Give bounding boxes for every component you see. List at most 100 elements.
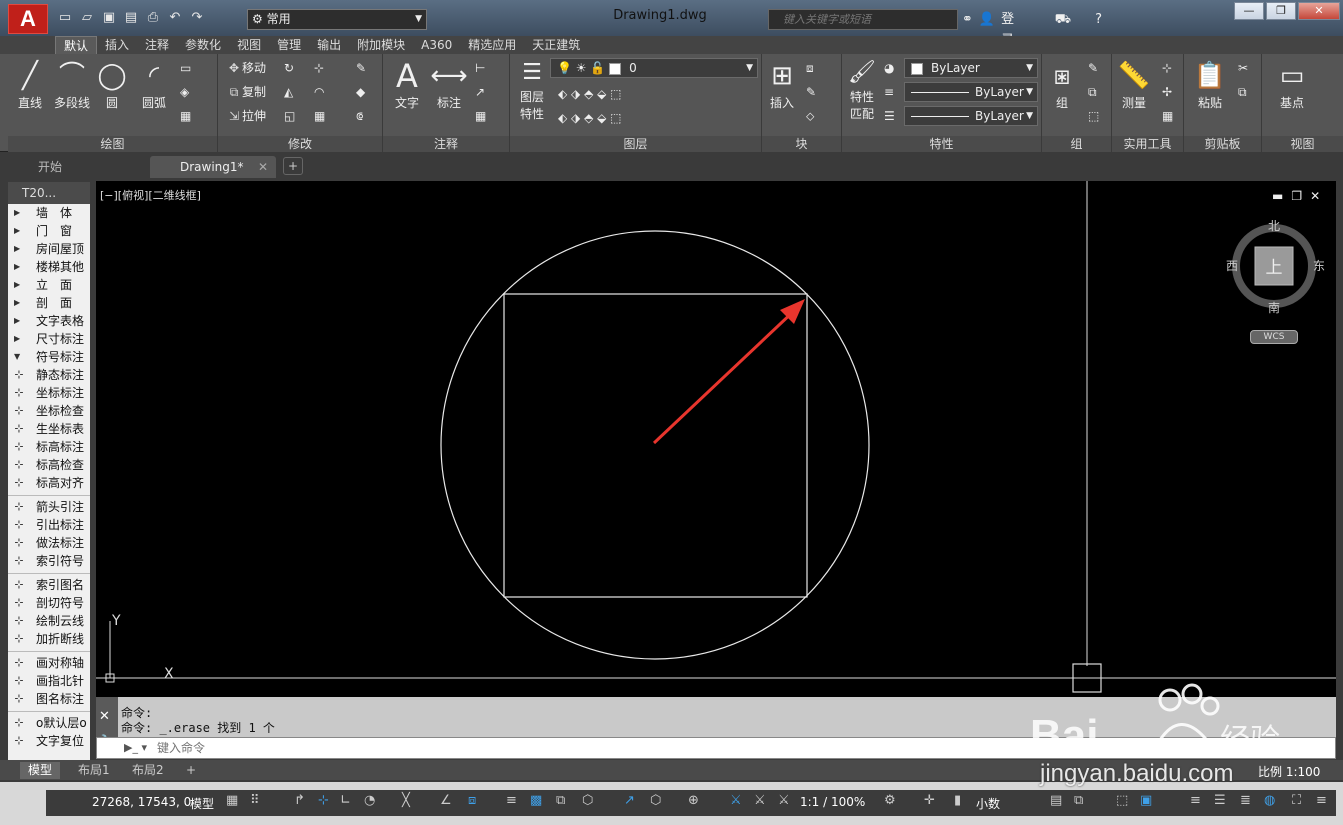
panel-view-title[interactable]: 视图 bbox=[1262, 136, 1343, 152]
layer-tools-row1[interactable]: ⬖ ⬗ ⬘ ⬙ ⬚ bbox=[558, 84, 622, 104]
palette-item[interactable]: ⊹ 画指北针 bbox=[8, 672, 90, 690]
maximize-button[interactable]: ❐ bbox=[1266, 2, 1296, 20]
match-properties-button[interactable]: 🖌 特性 匹配 bbox=[842, 58, 882, 122]
annotation-scale-icon[interactable]: ⚔ bbox=[778, 793, 790, 808]
stretch-button[interactable]: ⇲ 拉伸 bbox=[226, 106, 266, 126]
layer-properties-button[interactable]: ☰ 图层 特性 bbox=[512, 58, 552, 122]
panel-draw-title[interactable]: 绘图 bbox=[8, 136, 217, 152]
minimize-button[interactable]: — bbox=[1234, 2, 1264, 20]
print-icon[interactable]: ⎙ bbox=[144, 9, 162, 27]
viewport-restore-icon[interactable]: ❐ bbox=[1291, 189, 1302, 203]
palette-item[interactable]: ⊹ 索引图名 bbox=[8, 576, 90, 594]
wcs-menu[interactable]: WCS bbox=[1250, 330, 1298, 344]
graphics-performance-icon[interactable]: ◍ bbox=[1264, 793, 1275, 808]
viewcube[interactable]: 上 北 南 东 西 bbox=[1222, 216, 1326, 320]
properties-toggle-icon[interactable]: ≣ bbox=[1240, 793, 1251, 808]
panel-block-title[interactable]: 块 bbox=[762, 136, 841, 152]
palette-item[interactable]: ⊹ 做法标注 bbox=[8, 534, 90, 552]
new-tab-button[interactable]: + bbox=[283, 157, 303, 175]
application-menu-button[interactable]: A bbox=[8, 4, 48, 34]
tab-addins[interactable]: 附加模块 bbox=[349, 36, 413, 54]
compass-south[interactable]: 南 bbox=[1268, 300, 1280, 315]
scale-icon[interactable]: ◱ bbox=[284, 106, 295, 126]
close-command-icon[interactable]: ✕ bbox=[99, 709, 110, 724]
palette-item[interactable]: ⊹ 标高标注 bbox=[8, 438, 90, 456]
selection-cycling-icon[interactable]: ⧉ bbox=[556, 793, 565, 808]
palette-item[interactable]: ⊹ 索引符号 bbox=[8, 552, 90, 570]
panel-modify-title[interactable]: 修改 bbox=[218, 136, 382, 152]
tab-output[interactable]: 输出 bbox=[309, 36, 349, 54]
tab-parametric[interactable]: 参数化 bbox=[177, 36, 229, 54]
move-button[interactable]: ✥ 移动 bbox=[226, 58, 266, 78]
tab-layout2[interactable]: 布局2 bbox=[124, 762, 172, 779]
leader-icon[interactable]: ↗ bbox=[475, 82, 485, 102]
tab-start[interactable]: 开始 bbox=[8, 156, 152, 178]
command-input[interactable] bbox=[157, 739, 957, 757]
arc-button[interactable]: ◜ 圆弧 bbox=[134, 58, 174, 111]
trim-icon[interactable]: ⊹ bbox=[314, 58, 324, 78]
block-attr-icon[interactable]: ⬦ bbox=[806, 106, 814, 126]
table-icon[interactable]: ▦ bbox=[475, 106, 486, 126]
palette-item[interactable]: ⊹ 引出标注 bbox=[8, 516, 90, 534]
compass-north[interactable]: 北 bbox=[1268, 219, 1280, 233]
color-dropdown[interactable]: ByLayer ▼ bbox=[904, 58, 1038, 78]
group-select-icon[interactable]: ⬚ bbox=[1088, 106, 1099, 126]
quick-properties-icon[interactable]: ▤ bbox=[1050, 793, 1062, 808]
dynamic-ucs-icon[interactable]: ↗ bbox=[624, 793, 635, 808]
ungroup-icon[interactable]: ✎ bbox=[1088, 58, 1098, 78]
palette-item[interactable]: ⊹ 标高检查 bbox=[8, 456, 90, 474]
create-block-icon[interactable]: ⧈ bbox=[806, 58, 814, 78]
palette-category[interactable]: ▶ 墙 体 bbox=[8, 204, 90, 222]
array-icon[interactable]: ▦ bbox=[314, 106, 325, 126]
palette-item[interactable]: ⊹ 文字复位 bbox=[8, 732, 90, 750]
calculator-icon[interactable]: ▦ bbox=[1162, 106, 1173, 126]
palette-item[interactable]: ⊹ 静态标注 bbox=[8, 366, 90, 384]
group-button[interactable]: ⧆ 组 bbox=[1042, 58, 1082, 111]
status-menu-icon[interactable]: ≡ bbox=[1316, 793, 1327, 808]
panel-clipboard-title[interactable]: 剪贴板 bbox=[1184, 136, 1261, 152]
copy-clip-icon[interactable]: ⧉ bbox=[1238, 82, 1247, 102]
annotation-monitor-icon[interactable]: ✛ bbox=[924, 793, 935, 808]
viewport-minimize-icon[interactable]: ▬ bbox=[1272, 189, 1283, 203]
lineweight-icon[interactable]: ☰ bbox=[884, 106, 895, 126]
tab-model[interactable]: 模型 bbox=[20, 762, 61, 779]
tab-default[interactable]: 默认 bbox=[55, 36, 98, 54]
selection-filter-icon[interactable]: ⬡ bbox=[650, 793, 661, 808]
hatch-icon[interactable]: ◈ bbox=[180, 82, 189, 102]
linetype-dropdown[interactable]: ByLayer ▼ bbox=[904, 82, 1038, 102]
panel-annotation-title[interactable]: 注释 bbox=[383, 136, 509, 152]
ortho-icon[interactable]: ∟ bbox=[340, 793, 351, 808]
tab-drawing1[interactable]: Drawing1* ✕ bbox=[150, 156, 276, 178]
units-selector[interactable]: 小数 bbox=[976, 795, 1000, 812]
infer-constraints-icon[interactable]: ↱ bbox=[294, 793, 305, 808]
layer-tools-row2[interactable]: ⬖ ⬗ ⬘ ⬙ ⬚ bbox=[558, 108, 622, 128]
isodraft-icon[interactable]: ╳ bbox=[402, 793, 410, 808]
palette-title[interactable]: T20... bbox=[8, 182, 90, 204]
lock-ui-icon[interactable]: ⧉ bbox=[1074, 793, 1083, 808]
lineweight-toggle-icon[interactable]: ≡ bbox=[506, 793, 517, 808]
tab-featured-apps[interactable]: 精选应用 bbox=[460, 36, 524, 54]
command-prompt-icon[interactable]: ▶_ ▾ bbox=[124, 741, 147, 754]
quick-select-icon[interactable]: ⊹ bbox=[1162, 58, 1172, 78]
palette-category[interactable]: ▶ 房间屋顶 bbox=[8, 240, 90, 258]
base-view-button[interactable]: ▭ 基点 bbox=[1272, 58, 1312, 111]
clean-screen-icon[interactable]: ≡ bbox=[1190, 793, 1201, 808]
line-button[interactable]: ╱ 直线 bbox=[10, 58, 50, 111]
search-input[interactable] bbox=[769, 10, 957, 29]
open-file-icon[interactable]: ▱ bbox=[78, 9, 96, 27]
edit-block-icon[interactable]: ✎ bbox=[806, 82, 816, 102]
undo-icon[interactable]: ↶ bbox=[166, 9, 184, 27]
group-edit-icon[interactable]: ⧉ bbox=[1088, 82, 1097, 102]
redo-icon[interactable]: ↷ bbox=[188, 9, 206, 27]
isolate-objects-icon[interactable]: ⬚ bbox=[1116, 793, 1128, 808]
boundary-icon[interactable]: ▦ bbox=[180, 106, 191, 126]
rectangle-icon[interactable]: ▭ bbox=[180, 58, 191, 78]
annotation-visibility-icon[interactable]: ⚔ bbox=[730, 793, 742, 808]
circle-button[interactable]: ◯ 圆 bbox=[92, 58, 132, 111]
tab-manage[interactable]: 管理 bbox=[269, 36, 309, 54]
tab-layout1[interactable]: 布局1 bbox=[70, 762, 118, 779]
drawing-canvas[interactable]: Y X bbox=[96, 181, 1336, 697]
tab-annotate[interactable]: 注释 bbox=[137, 36, 177, 54]
gizmo-icon[interactable]: ⊕ bbox=[688, 793, 699, 808]
color-wheel-icon[interactable]: ◕ bbox=[884, 58, 894, 78]
